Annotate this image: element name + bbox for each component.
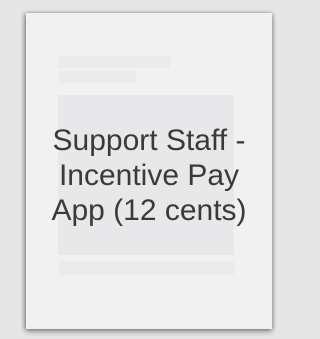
app-tile-support-staff-incentive-pay[interactable]: Support Staff - Incentive Pay App (12 ce… [26, 13, 272, 329]
placeholder-line [58, 71, 136, 83]
placeholder-line [58, 261, 234, 275]
placeholder-line [58, 56, 170, 68]
app-tile-label: Support Staff - Incentive Pay App (12 ce… [51, 124, 247, 227]
